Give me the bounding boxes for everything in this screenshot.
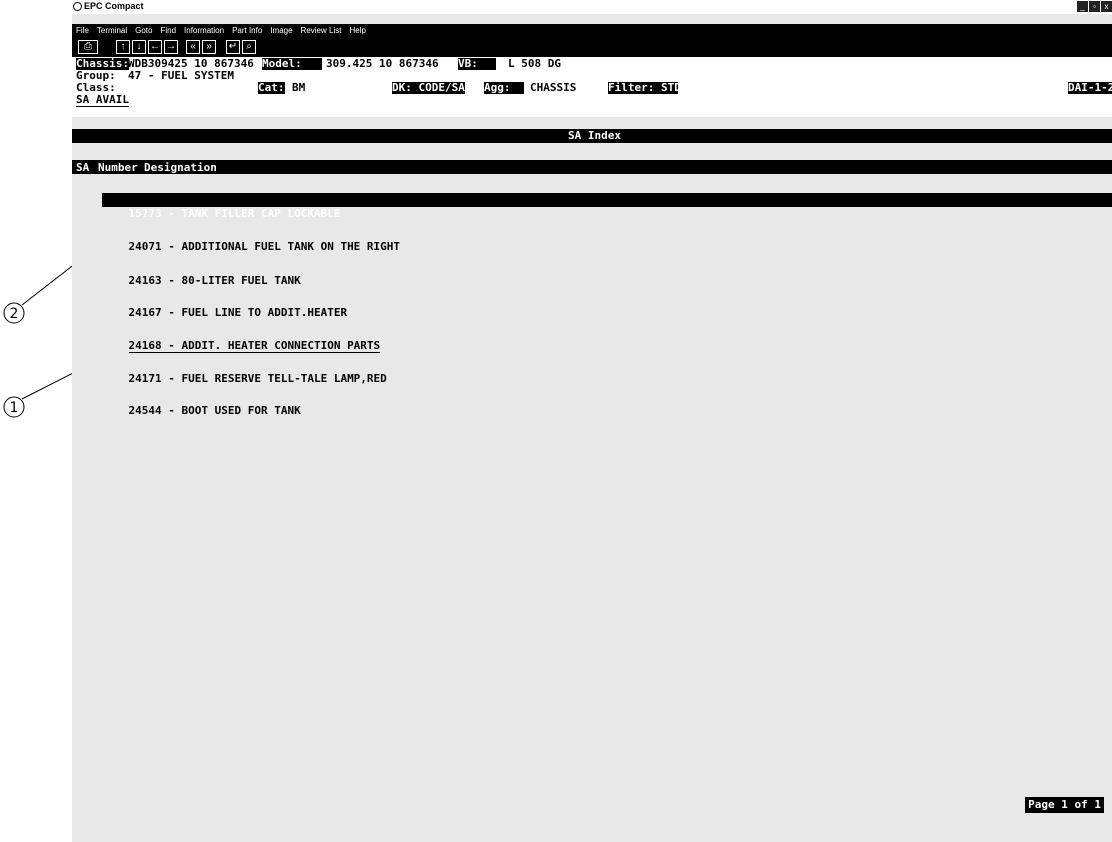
maximize-button[interactable]: ▫ — [1089, 1, 1100, 12]
agg-value: CHASSIS — [530, 81, 577, 94]
column-header-bar: SA Number Designation — [72, 160, 1112, 174]
item-number: 24168 — [128, 339, 162, 353]
item-designation: TANK FILLER CAP LOCKABLE — [181, 207, 341, 220]
item-number: 24167 — [128, 306, 162, 319]
close-button[interactable]: x — [1101, 1, 1112, 12]
arrow-left-icon[interactable]: ← — [148, 40, 162, 54]
minimize-button[interactable]: _ — [1077, 1, 1088, 12]
catalog-code: DAI-1-2 — [1068, 82, 1112, 94]
item-number: 24163 — [128, 274, 162, 287]
menu-review-list[interactable]: Review List — [297, 24, 346, 37]
agg-label: Agg: — [484, 82, 524, 94]
list-item[interactable]: 24163 - 80-LITER FUEL TANK — [102, 260, 301, 287]
return-icon[interactable]: ↵ — [226, 40, 240, 54]
list-item[interactable]: 24167 - FUEL LINE TO ADDIT.HEATER — [102, 292, 348, 319]
arrow-up-icon[interactable]: ↑ — [116, 40, 130, 54]
vb-label: VB: — [458, 58, 496, 70]
page-indicator: Page 1 of 1 — [1025, 797, 1104, 813]
item-designation: FUEL LINE TO ADDIT.HEATER — [181, 306, 348, 319]
item-number: 24071 — [128, 240, 162, 253]
menu-bar: File Terminal Goto Find Information Part… — [72, 24, 1112, 37]
col-number: Number — [98, 161, 138, 174]
app-title: EPC Compact — [84, 1, 144, 11]
item-designation: ADDIT. HEATER CONNECTION PARTS — [181, 339, 381, 353]
window-controls: _ ▫ x — [1077, 1, 1112, 12]
model-value: 309.425 10 867346 — [326, 57, 439, 70]
item-number: 15773 — [128, 207, 162, 220]
menu-information[interactable]: Information — [180, 24, 228, 37]
menu-help[interactable]: Help — [345, 24, 369, 37]
item-number: 24544 — [128, 404, 162, 417]
col-designation: Designation — [144, 161, 217, 174]
title-bar: EPC Compact _ ▫ x — [72, 0, 1112, 14]
filter-label: Filter: STD — [608, 81, 681, 94]
toolbar: ⎙ ↑ ↓ ← → « » ↵ ⌕ — [72, 37, 1112, 57]
callout-1-label: 1 — [10, 400, 19, 416]
callout-2-label: 2 — [10, 306, 19, 322]
search-icon[interactable]: ⌕ — [242, 40, 256, 54]
vb-value: L 508 DG — [508, 57, 561, 70]
header-panel: Chassis: WDB309425 10 867346 Model: 309.… — [72, 57, 1112, 117]
dk-label: DK: CODE/SA — [392, 81, 465, 94]
epc-window: EPC Compact _ ▫ x File Terminal Goto Fin… — [72, 0, 1112, 842]
menu-part-info[interactable]: Part Info — [228, 24, 266, 37]
group-value: 47 - FUEL SYSTEM — [128, 69, 234, 82]
item-designation: BOOT USED FOR TANK — [181, 404, 301, 417]
item-designation: ADDITIONAL FUEL TANK ON THE RIGHT — [181, 240, 401, 253]
menu-image[interactable]: Image — [266, 24, 296, 37]
sa-index-title: SA Index — [568, 129, 621, 142]
app-icon — [73, 2, 82, 11]
page-forward-icon[interactable]: » — [202, 40, 216, 54]
arrow-down-icon[interactable]: ↓ — [132, 40, 146, 54]
cat-value: BM — [292, 81, 306, 94]
col-sa: SA — [76, 161, 90, 174]
model-label: Model: — [262, 58, 322, 70]
cat-label: Cat: — [258, 81, 285, 94]
menu-file[interactable]: File — [72, 24, 93, 37]
sa-avail-tab[interactable]: SA AVAIL — [76, 94, 129, 107]
menu-goto[interactable]: Goto — [131, 24, 156, 37]
list-item[interactable]: 24171 - FUEL RESERVE TELL-TALE LAMP,RED — [102, 358, 387, 385]
item-designation: FUEL RESERVE TELL-TALE LAMP,RED — [181, 372, 387, 385]
print-icon[interactable]: ⎙ — [78, 40, 98, 54]
arrow-right-icon[interactable]: → — [164, 40, 178, 54]
list-item[interactable]: 24544 - BOOT USED FOR TANK — [102, 390, 301, 417]
item-number: 24171 — [128, 372, 162, 385]
list-item[interactable]: 24071 - ADDITIONAL FUEL TANK ON THE RIGH… — [102, 226, 401, 253]
page-back-icon[interactable]: « — [186, 40, 200, 54]
menu-terminal[interactable]: Terminal — [93, 24, 131, 37]
item-designation: 80-LITER FUEL TANK — [181, 274, 301, 287]
list-item[interactable]: 24168 - ADDIT. HEATER CONNECTION PARTS — [102, 325, 381, 353]
list-item-selected[interactable]: 15773 - TANK FILLER CAP LOCKABLE — [102, 193, 1112, 220]
menu-find[interactable]: Find — [156, 24, 180, 37]
sa-index-bar: SA Index — [72, 129, 1112, 143]
